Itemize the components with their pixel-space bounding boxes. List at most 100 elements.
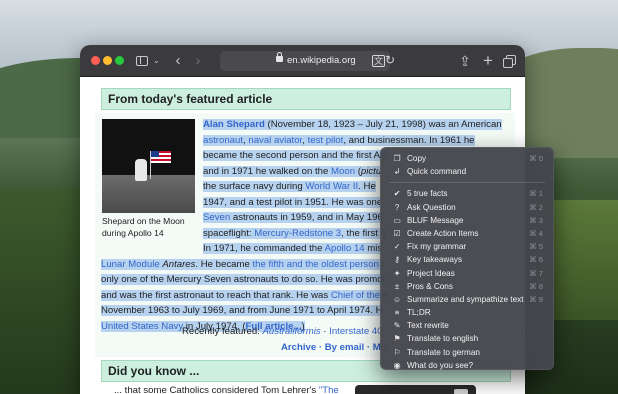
article-text: Antares — [162, 258, 196, 270]
menu-item-summarize-and-sympathize-text[interactable]: ☺ Summarize and sympathize text ⌘ 9 — [385, 293, 549, 306]
featured-image[interactable] — [102, 119, 195, 213]
menu-item-label: Copy — [407, 154, 427, 163]
article-text: spaceflight: — [203, 227, 255, 239]
menu-item-fix-my-grammar[interactable]: ✓ Fix my grammar ⌘ 5 — [385, 240, 549, 253]
new-tab-icon[interactable]: + — [481, 52, 495, 70]
list-icon: ≡ — [394, 308, 400, 318]
zoom-window-button[interactable] — [115, 56, 124, 65]
article-link[interactable]: Apollo 14 — [324, 243, 365, 254]
article-text: only one of the Mercury Seven astronauts… — [101, 274, 386, 285]
menu-item-shortcut: ⌘ 5 — [529, 242, 543, 252]
share-icon[interactable]: ⇪ — [458, 52, 472, 70]
tab-overview-icon[interactable] — [503, 52, 517, 70]
article-link[interactable]: Lunar Module — [101, 258, 160, 270]
article-link[interactable]: test pilot — [307, 134, 344, 146]
article-text: , and businessman. In 1961 he — [343, 134, 475, 146]
article-text: . He became — [195, 258, 253, 270]
menu-item-shortcut: ⌘ 6 — [529, 255, 543, 265]
menu-item-translate-to-english[interactable]: ⚑ Translate to english — [385, 332, 549, 345]
menu-item-shortcut: ⌘ 3 — [529, 215, 543, 225]
recently-featured: Recently featured: Australiformis · Inte… — [182, 326, 383, 337]
menu-item-ask-question[interactable]: ? Ask Question ⌘ 2 — [385, 201, 549, 214]
article-link[interactable]: naval aviator — [248, 134, 303, 146]
recently-featured-link[interactable]: Interstate 40 — [329, 326, 382, 337]
back-icon[interactable]: ‹ — [173, 52, 183, 70]
article-link[interactable]: Seven — [203, 212, 231, 223]
article-line: only one of the Mercury Seven astronauts… — [101, 272, 386, 288]
menu-separator — [389, 182, 545, 184]
wallpaper-trees — [0, 190, 82, 394]
article-link[interactable]: the fifth and the oldest person t — [252, 258, 385, 270]
menu-item-label: Text rewrite — [407, 321, 449, 331]
recently-featured-link[interactable]: Australiformis — [263, 326, 321, 337]
menu-item-quick-command[interactable]: ↲ Quick command — [385, 165, 549, 178]
context-menu: ❐ Copy ⌘ 0 ↲ Quick command ✔ 5 true facts ⌘ 1? A… — [380, 147, 554, 370]
menu-item-project-ideas[interactable]: ✦ Project Ideas ⌘ 7 — [385, 267, 549, 280]
minimize-window-button[interactable] — [103, 56, 112, 65]
url-text: en.wikipedia.org — [287, 55, 356, 66]
did-you-know-link[interactable]: "The — [319, 385, 339, 394]
article-text: . He — [358, 181, 376, 192]
message-icon: ▭ — [393, 215, 401, 225]
quick-command-icon: ↲ — [393, 167, 401, 177]
article-text: 1947, and a test pilot in 1951. He was o… — [203, 196, 383, 208]
menu-item-create-action-items[interactable]: ☑ Create Action Items ⌘ 4 — [385, 227, 549, 240]
menu-item-shortcut: ⌘ 2 — [529, 202, 543, 212]
article-text: (November 18, 1923 – July 21, 1998) was … — [264, 119, 502, 130]
flag-icon: ⚑ — [393, 334, 401, 344]
address-bar[interactable]: en.wikipedia.org 文 ↻ — [220, 51, 395, 71]
article-line: and in 1971 he walked on the Moon (pictu — [203, 164, 382, 180]
did-you-know-item: ... that some Catholics considered Tom L… — [114, 385, 339, 394]
menu-item-label: Quick command — [407, 167, 467, 177]
menu-item-label: Pros & Cons — [407, 281, 453, 291]
featured-article-heading: From today's featured article — [101, 88, 511, 110]
chevron-down-icon[interactable]: ⌄ — [153, 52, 160, 70]
menu-item-label: 5 true facts — [407, 189, 448, 199]
archive-links[interactable]: Archive · By email · Mo — [281, 342, 387, 353]
article-line: November 1963 to July 1969, and from Jun… — [101, 303, 383, 319]
forward-icon[interactable]: › — [193, 52, 203, 70]
check-circle-icon: ✔ — [393, 189, 401, 199]
menu-item-bluf-message[interactable]: ▭ BLUF Message ⌘ 3 — [385, 214, 549, 227]
caption-line: Shepard on the Moon — [102, 216, 185, 226]
menu-item-key-takeaways[interactable]: ⚷ Key takeaways ⌘ 6 — [385, 253, 549, 266]
article-link[interactable]: Alan Shepard — [203, 119, 265, 130]
article-line: astronaut, naval aviator, test pilot, an… — [203, 133, 475, 149]
article-link[interactable]: World War II — [305, 181, 359, 192]
menu-item-what-do-you-see[interactable]: ◉ What do you see? — [385, 359, 549, 372]
translate-icon[interactable]: 文 — [372, 55, 386, 67]
article-text: November 1963 to July 1969, and from Jun… — [101, 305, 383, 316]
image-caption: Shepard on the Moon during Apollo 14 — [102, 216, 197, 239]
copy-icon: ❐ — [393, 154, 401, 163]
article-line: the surface navy during World War II. He — [203, 179, 376, 195]
separator: · — [320, 326, 330, 337]
article-line: Seven astronauts in 1959, and in May 196 — [203, 210, 383, 226]
person-question-icon: ? — [394, 202, 400, 212]
article-text: became the second person and the first A… — [203, 150, 389, 161]
article-link[interactable]: astronaut — [203, 134, 244, 146]
sidebar-toggle-icon[interactable] — [136, 52, 150, 70]
video-thumbnail[interactable] — [355, 385, 476, 394]
eye-icon: ◉ — [393, 360, 401, 370]
caption-line: during Apollo 14 — [102, 227, 164, 238]
menu-item-5-true-facts[interactable]: ✔ 5 true facts ⌘ 1 — [385, 187, 549, 200]
recently-featured-label: Recently featured: — [182, 326, 263, 337]
did-you-know-text: ... that some Catholics considered Tom L… — [114, 385, 319, 394]
reload-icon[interactable]: ↻ — [385, 53, 395, 67]
menu-item-tl-dr[interactable]: ≡ TL;DR — [385, 306, 549, 319]
close-window-button[interactable] — [91, 56, 100, 65]
key-icon: ⚷ — [394, 255, 400, 265]
rewrite-icon: ✎ — [393, 321, 401, 331]
lightbulb-icon: ✦ — [393, 268, 401, 278]
menu-item-pros-cons[interactable]: ± Pros & Cons ⌘ 8 — [385, 280, 549, 293]
menu-item-copy[interactable]: ❐ Copy ⌘ 0 — [385, 152, 549, 165]
menu-item-text-rewrite[interactable]: ✎ Text rewrite — [385, 319, 549, 332]
article-link[interactable]: Mercury-Redstone 3 — [254, 227, 342, 239]
article-link[interactable]: United States Navy — [101, 320, 184, 332]
article-line: spaceflight: Mercury-Redstone 3, the fir… — [203, 226, 386, 242]
article-link[interactable]: Moon — [331, 165, 356, 177]
article-text: and was the first astronaut to reach tha… — [101, 289, 331, 301]
menu-item-translate-to-german[interactable]: ⚐ Translate to german — [385, 346, 549, 359]
menu-item-label: TL;DR — [407, 308, 431, 318]
article-line: 1947, and a test pilot in 1951. He was o… — [203, 195, 383, 211]
